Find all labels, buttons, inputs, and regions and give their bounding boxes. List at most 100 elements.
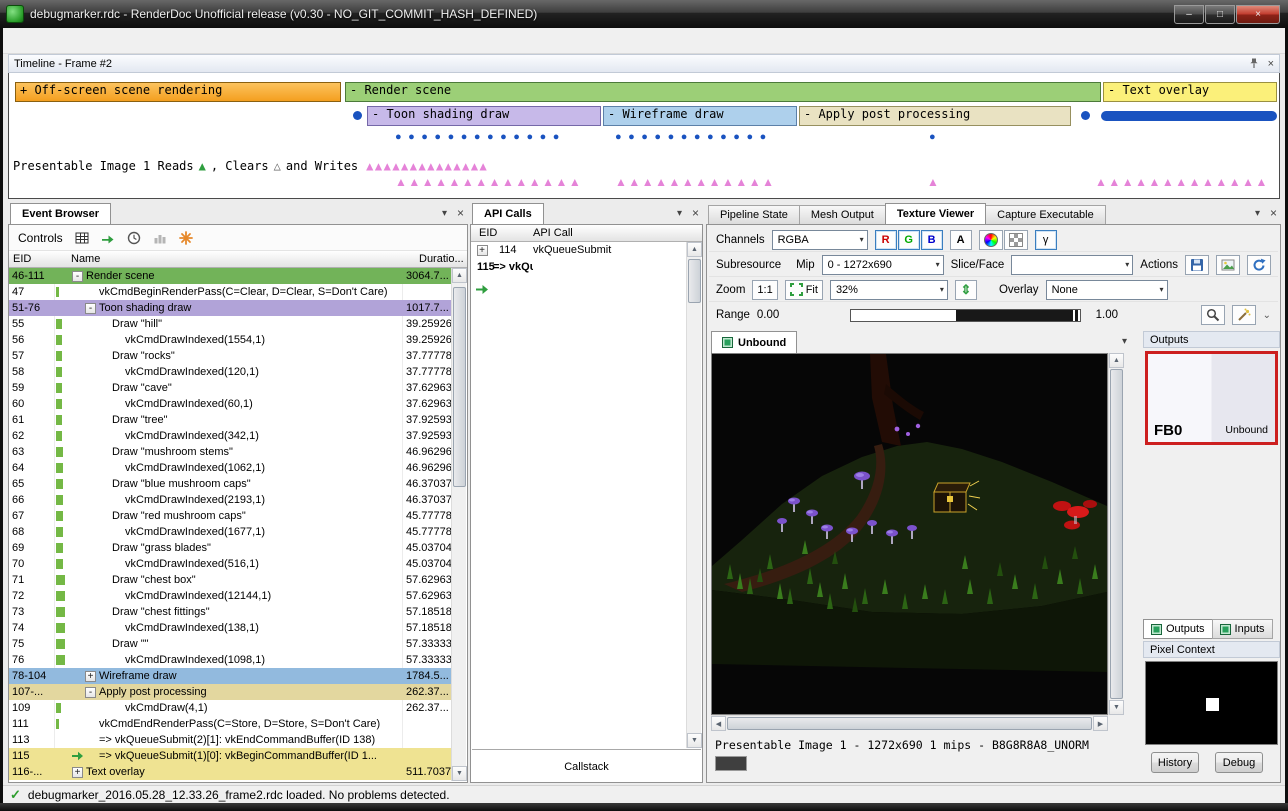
menu-item[interactable] (77, 37, 99, 45)
table-row[interactable]: 107-... - Apply post processing 262.37..… (9, 684, 452, 700)
tab-outputs[interactable]: Outputs (1143, 619, 1213, 639)
table-row[interactable]: 55 Draw "hill" 39.25926 (9, 316, 452, 332)
scroll-down-icon[interactable]: ▼ (687, 733, 702, 748)
save-button[interactable] (1185, 255, 1209, 275)
timeline-dot-group-postproc[interactable]: ● (929, 131, 942, 143)
table-row[interactable]: 63 Draw "mushroom stems" 46.96296 (9, 444, 452, 460)
range-min-value[interactable]: 0.00 (757, 309, 843, 321)
table-row[interactable]: 74 vkCmdDrawIndexed(138,1) 57.18518 (9, 620, 452, 636)
scroll-up-icon[interactable]: ▲ (452, 268, 467, 283)
panel-menu-icon[interactable]: ▾ (442, 208, 447, 219)
tab-texture-unbound[interactable]: Unbound (711, 331, 797, 353)
scroll-up-icon[interactable]: ▲ (1109, 353, 1124, 368)
table-row[interactable]: 75 Draw "" 57.33333 (9, 636, 452, 652)
table-row[interactable]: 70 vkCmdDrawIndexed(516,1) 45.03704 (9, 556, 452, 572)
table-row[interactable]: 65 Draw "blue mushroom caps" 46.37037 (9, 476, 452, 492)
toolbar-overflow-icon[interactable]: ⌄ (1263, 310, 1271, 321)
tree-expander-icon[interactable]: - (72, 271, 83, 282)
timeline-bar-wireframe[interactable]: - Wireframe draw (603, 106, 797, 126)
maximize-button[interactable]: □ (1205, 5, 1235, 24)
tab-mesh-output[interactable]: Mesh Output (799, 205, 886, 224)
tree-expander-icon[interactable]: + (477, 245, 488, 256)
col-api-call[interactable]: API Call (533, 227, 702, 239)
tab-texture-viewer[interactable]: Texture Viewer (885, 203, 986, 224)
callstack-splitter[interactable] (472, 749, 701, 752)
tree-expander-icon[interactable]: + (72, 767, 83, 778)
channel-green-button[interactable]: G (898, 230, 920, 250)
scroll-thumb[interactable] (688, 259, 701, 303)
timeline-dot-group-wireframe[interactable]: ●●●●●●●●●●●● (615, 131, 773, 143)
tab-event-browser[interactable]: Event Browser (10, 203, 111, 224)
tab-api-calls[interactable]: API Calls (472, 203, 544, 224)
menu-item[interactable] (33, 37, 55, 45)
table-row[interactable]: 46-111 - Render scene 3064.7... (9, 268, 452, 284)
tab-capture-executable[interactable]: Capture Executable (985, 205, 1106, 224)
table-row[interactable]: 66 vkCmdDrawIndexed(2193,1) 46.37037 (9, 492, 452, 508)
refresh-button[interactable] (1247, 255, 1271, 275)
col-duration[interactable]: Duratio... (415, 253, 467, 265)
table-row[interactable]: 59 Draw "cave" 37.62963 (9, 380, 452, 396)
tree-expander-icon[interactable]: + (85, 671, 96, 682)
texture-list-dropdown-icon[interactable]: ▾ (1122, 336, 1127, 347)
table-row[interactable]: 72 vkCmdDrawIndexed(12144,1) 57.62963 (9, 588, 452, 604)
panel-close-icon[interactable]: × (692, 206, 699, 220)
timeline-dot-group-toon[interactable]: ●●●●●●●●●●●●● (395, 131, 566, 143)
table-row[interactable]: 64 vkCmdDrawIndexed(1062,1) 46.96296 (9, 460, 452, 476)
range-thumb[interactable] (1075, 310, 1078, 321)
mip-select[interactable]: 0 - 1272x690 ▾ (822, 255, 944, 275)
event-browser-scrollbar[interactable]: ▲ ▼ (451, 268, 466, 781)
timeline-bar-render-scene[interactable]: - Render scene (345, 82, 1101, 102)
titlebar[interactable]: debugmarker.rdc - RenderDoc Unofficial r… (0, 0, 1288, 28)
minimize-button[interactable]: – (1174, 5, 1204, 24)
autofit-button[interactable] (1232, 305, 1256, 325)
zoom-1to1-button[interactable]: 1:1 (752, 280, 777, 300)
table-row[interactable]: 111 vkCmdEndRenderPass(C=Store, D=Store,… (9, 716, 452, 732)
table-row[interactable]: 115 => vkQueueSubmit(1)[0]: vkBeginComma… (9, 748, 452, 764)
table-row[interactable]: 78-104 + Wireframe draw 1784.5... (9, 668, 452, 684)
clock-icon[interactable] (127, 231, 141, 245)
goto-event-icon[interactable] (101, 231, 115, 245)
flip-y-button[interactable]: ⇕ (955, 280, 977, 300)
channel-blue-button[interactable]: B (921, 230, 943, 250)
table-row[interactable]: 73 Draw "chest fittings" 57.18518 (9, 604, 452, 620)
table-row[interactable]: 60 vkCmdDrawIndexed(60,1) 37.62963 (9, 396, 452, 412)
color-wheel-button[interactable] (979, 230, 1003, 250)
write-markers-group-2[interactable]: ▲▲▲▲▲▲▲▲▲▲▲▲ (615, 175, 776, 189)
close-button[interactable]: × (1236, 5, 1280, 24)
overlay-select[interactable]: None ▾ (1046, 280, 1168, 300)
tree-expander-icon[interactable]: - (85, 687, 96, 698)
panel-close-icon[interactable]: × (1270, 206, 1277, 220)
table-row[interactable]: 109 vkCmdDraw(4,1) 262.37... (9, 700, 452, 716)
api-call-row[interactable]: + 114 vkQueueSubmit (471, 242, 702, 259)
clear-marker-icon[interactable]: △ (274, 159, 281, 173)
channel-alpha-button[interactable]: A (950, 230, 972, 250)
fb0-thumbnail[interactable]: FB0 Unbound (1145, 351, 1278, 445)
texture-display[interactable] (711, 353, 1108, 715)
tab-inputs[interactable]: Inputs (1212, 619, 1273, 639)
timeline-close-icon[interactable]: × (1268, 58, 1274, 70)
write-markers-group-4[interactable]: ▲▲▲▲▲▲▲▲▲▲▲▲▲ (1095, 175, 1269, 189)
panel-menu-icon[interactable]: ▾ (677, 208, 682, 219)
texture-hscrollbar[interactable]: ◀ ▶ (711, 715, 1108, 730)
scroll-thumb[interactable] (1110, 369, 1123, 699)
table-row[interactable]: 67 Draw "red mushroom caps" 45.77778 (9, 508, 452, 524)
table-row[interactable]: 62 vkCmdDrawIndexed(342,1) 37.92593 (9, 428, 452, 444)
background-checker-button[interactable] (1004, 230, 1028, 250)
write-markers-group-3[interactable]: ▲ (927, 175, 940, 189)
slice-face-select[interactable]: ▾ (1011, 255, 1133, 275)
zoom-select[interactable]: 32% ▾ (830, 280, 948, 300)
timeline-overlay-events-pill[interactable] (1101, 111, 1277, 121)
panel-close-icon[interactable]: × (457, 206, 464, 220)
panel-menu-icon[interactable]: ▾ (1255, 208, 1260, 219)
gamma-button[interactable]: γ (1035, 230, 1057, 250)
table-row[interactable]: 57 Draw "rocks" 37.77778 (9, 348, 452, 364)
table-row[interactable]: 51-76 - Toon shading draw 1017.7... (9, 300, 452, 316)
table-row[interactable]: 69 Draw "grass blades" 45.03704 (9, 540, 452, 556)
table-row[interactable]: 56 vkCmdDrawIndexed(1554,1) 39.25926 (9, 332, 452, 348)
menu-item[interactable] (11, 37, 33, 45)
scroll-thumb[interactable] (453, 287, 466, 487)
timeline-bar-offscreen[interactable]: + Off-screen scene rendering (15, 82, 341, 102)
table-row[interactable]: 113 => vkQueueSubmit(2)[1]: vkEndCommand… (9, 732, 452, 748)
tree-expander-icon[interactable]: - (85, 303, 96, 314)
texture-vscrollbar[interactable]: ▲ ▼ (1108, 353, 1123, 715)
